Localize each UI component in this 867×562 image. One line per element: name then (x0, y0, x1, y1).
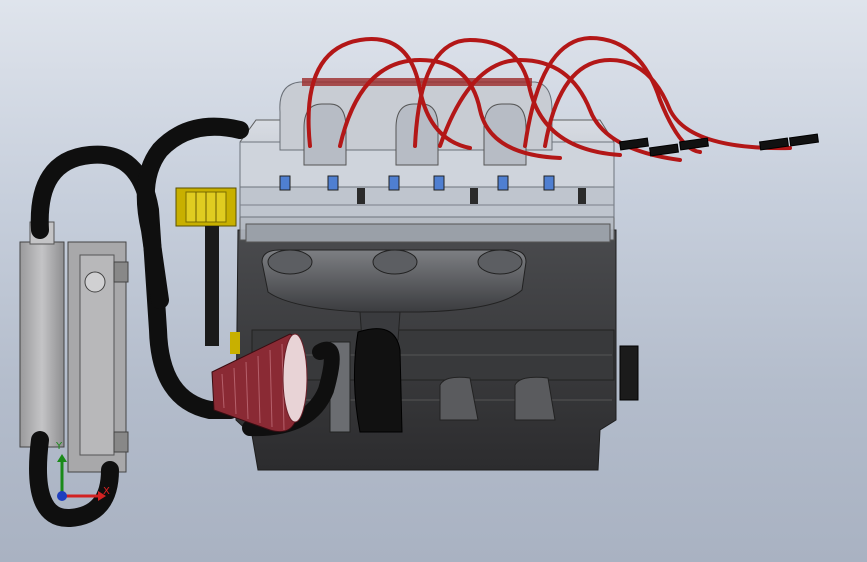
axis-y-label: Y (56, 441, 63, 452)
flywheel[interactable] (329, 328, 403, 433)
pulley[interactable] (175, 187, 240, 354)
cad-viewport[interactable]: X Y (0, 0, 867, 562)
engine-model[interactable] (0, 0, 867, 562)
axis-x-label: X (103, 486, 110, 497)
